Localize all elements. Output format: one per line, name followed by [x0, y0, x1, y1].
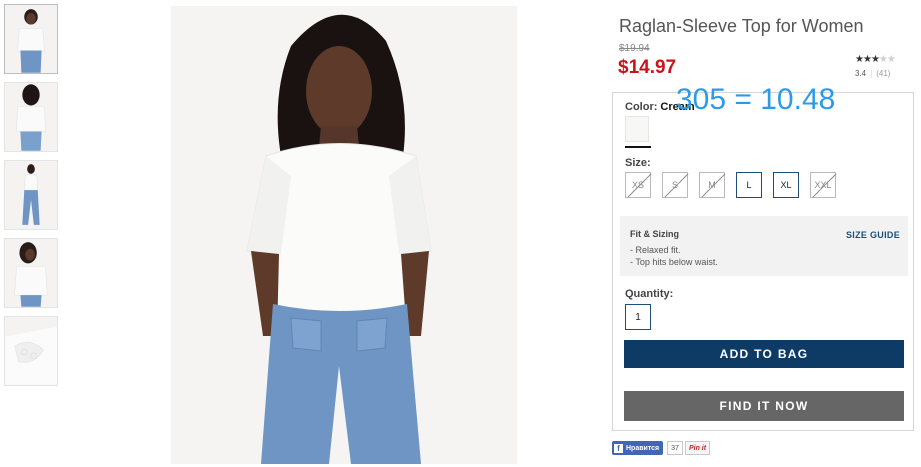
thumbnail-image	[5, 239, 57, 307]
fit-bullet: - Top hits below waist.	[630, 257, 718, 267]
sale-price: $14.97	[618, 57, 677, 78]
rating-meta: 3.4 | (41)	[855, 69, 915, 78]
facebook-like-button[interactable]: f Нравится	[612, 441, 664, 455]
quantity-label: Quantity:	[625, 288, 674, 300]
overlay-annotation: 305 = 10.48	[676, 83, 836, 116]
original-price: $19.94	[619, 43, 650, 54]
rating-value: 3.4	[855, 69, 867, 78]
thumbnail-image	[5, 161, 57, 229]
size-option-s[interactable]: S	[662, 172, 688, 198]
pinterest-button[interactable]: Pin it	[684, 441, 711, 455]
size-options: XS S M L XL XXL	[625, 172, 847, 198]
thumbnail-front-view[interactable]	[4, 4, 58, 74]
size-option-l[interactable]: L	[736, 172, 762, 198]
thumbnail-image	[5, 83, 57, 151]
color-label-text: Color:	[625, 101, 658, 113]
add-to-bag-button[interactable]: ADD TO BAG	[624, 340, 904, 368]
size-option-xs[interactable]: XS	[625, 172, 651, 198]
size-label: Size:	[625, 157, 651, 169]
star-filled-icon: ★	[855, 54, 864, 65]
fit-bullet: - Relaxed fit.	[630, 245, 681, 255]
thumbnail-back-view[interactable]	[4, 82, 58, 152]
fit-sizing-box: Fit & Sizing SIZE GUIDE - Relaxed fit. -…	[620, 216, 908, 276]
size-option-m[interactable]: M	[699, 172, 725, 198]
star-empty-icon: ★	[878, 54, 888, 65]
purchase-panel: Color: Cream Size: XS S M L XL XXL Fit & Sizin…	[612, 92, 914, 431]
thumbnail-full-body-view[interactable]	[4, 160, 58, 230]
star-empty-icon: ★	[886, 54, 896, 65]
fit-sizing-title: Fit & Sizing	[630, 229, 679, 239]
facebook-like-count: 37	[667, 441, 683, 455]
selected-swatch-indicator	[625, 146, 651, 148]
thumbnail-sleeve-detail-view[interactable]	[4, 316, 58, 386]
size-guide-link[interactable]: SIZE GUIDE	[846, 230, 900, 240]
thumbnail-list	[4, 4, 60, 394]
thumbnail-image	[5, 5, 57, 73]
star-filled-icon: ★	[862, 54, 872, 65]
product-title: Raglan-Sleeve Top for Women	[619, 16, 864, 36]
main-product-image[interactable]	[171, 6, 517, 464]
fit-bullets: - Relaxed fit. - Top hits below waist.	[630, 244, 718, 268]
product-photo	[171, 6, 517, 464]
social-share-bar: f Нравится 37 Pin it	[612, 441, 711, 455]
thumbnail-side-view[interactable]	[4, 238, 58, 308]
quantity-input[interactable]: 1	[625, 304, 651, 330]
star-filled-icon: ★	[870, 54, 880, 65]
thumbnail-image	[5, 317, 57, 385]
rating-widget[interactable]: ★★★★★ 3.4 | (41)	[855, 54, 915, 78]
facebook-like-label: Нравится	[626, 444, 660, 452]
size-option-xxl[interactable]: XXL	[810, 172, 836, 198]
review-count-link[interactable]: (41)	[876, 69, 890, 78]
find-it-now-button[interactable]: FIND IT NOW	[624, 391, 904, 421]
size-option-xl[interactable]: XL	[773, 172, 799, 198]
facebook-icon: f	[614, 443, 623, 453]
color-swatch-cream[interactable]	[625, 116, 649, 142]
rating-stars: ★★★★★	[855, 54, 915, 66]
rating-separator: |	[870, 69, 873, 78]
